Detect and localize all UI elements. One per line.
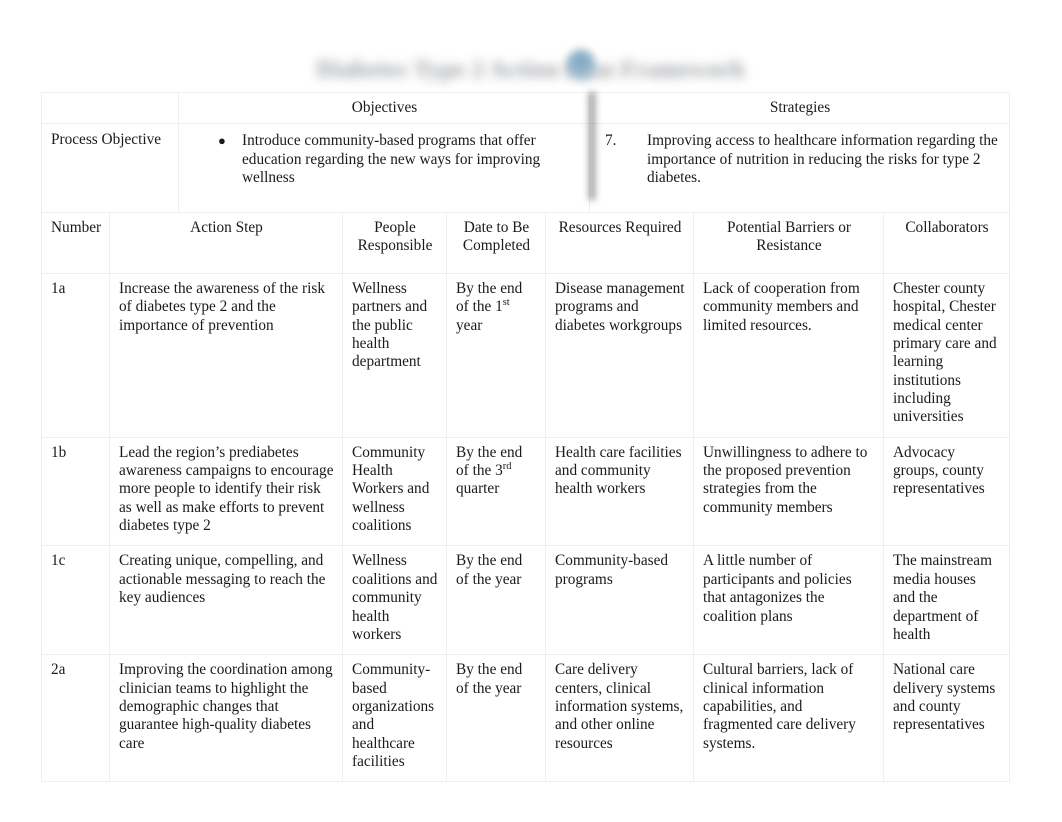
date-text-tail: year [456, 316, 483, 334]
date-ordinal-suffix: st [502, 297, 510, 309]
objectives-column-header: Objectives [178, 91, 590, 125]
cell-date-to-be-completed: By the end of the 1st year [446, 273, 546, 438]
table-row: 2a Improving the coordination among clini… [41, 654, 1010, 783]
date-text: By the end of the 1 [456, 280, 523, 316]
table-row: 1c Creating unique, compelling, and actio… [41, 545, 1010, 656]
date-text: By the end of the year [456, 661, 523, 697]
cell-people-responsible: Community Health Workers and wellness co… [342, 436, 447, 547]
action-table-header-resources-required: Resources Required [545, 212, 694, 274]
cell-potential-barriers: Lack of cooperation from community membe… [693, 273, 884, 438]
action-table-header-potential-barriers: Potential Barriers or Resistance [693, 212, 884, 274]
cell-collaborators: The mainstream media houses and the depa… [883, 545, 1010, 656]
date-text: By the end of the 3 [456, 443, 523, 480]
action-table-header-row: Number Action Step People Responsible Date … [41, 212, 1010, 274]
action-table-header-people-responsible: People Responsible [342, 212, 447, 274]
objectives-table-corner-header [41, 91, 179, 125]
cell-number: 1a [41, 273, 110, 438]
cell-action-step: Increase the awareness of the risk of di… [109, 273, 343, 438]
document-heading: Diabetes Type 2 Action Plan Framework [0, 46, 1062, 94]
cell-action-step: Lead the region’s prediabetes awareness … [109, 436, 343, 547]
document-title-blurred: Diabetes Type 2 Action Plan Framework [316, 56, 746, 83]
strategy-cell: 7. Improving access to healthcare inform… [589, 123, 1010, 219]
action-steps-table: Number Action Step People Responsible Date … [41, 212, 1010, 783]
watermark-logo-icon [566, 49, 596, 83]
action-table-header-action-step: Action Step [109, 212, 343, 274]
cell-people-responsible: Community-based organizations and health… [342, 654, 447, 783]
objectives-table-header-row: Objectives Strategies [41, 91, 1010, 125]
strategies-column-header: Strategies [589, 91, 1010, 125]
cell-number: 2a [41, 654, 110, 783]
bullet-icon: ● [218, 133, 226, 149]
cell-potential-barriers: A little number of participants and poli… [693, 545, 884, 656]
objective-text: Introduce community-based programs that … [242, 132, 541, 187]
objectives-strategies-table: Objectives Strategies Process Objective … [41, 91, 1010, 219]
cell-people-responsible: Wellness coalitions and community health… [342, 545, 447, 656]
date-text-tail: quarter [456, 480, 500, 498]
cell-resources-required: Community-based programs [545, 545, 694, 656]
cell-date-to-be-completed: By the end of the 3rd quarter [446, 436, 546, 547]
action-table-header-collaborators: Collaborators [883, 212, 1010, 274]
cell-resources-required: Care delivery centers, clinical informat… [545, 654, 694, 783]
strategy-text: Improving access to healthcare informati… [647, 132, 998, 187]
cell-resources-required: Health care facilities and community hea… [545, 436, 694, 547]
strategy-number-marker: 7. [605, 132, 617, 150]
process-objective-row: Process Objective ● Introduce community-… [41, 123, 1010, 219]
cell-date-to-be-completed: By the end of the year [446, 654, 546, 783]
table-row: 1a Increase the awareness of the risk of … [41, 273, 1010, 438]
cell-resources-required: Disease management programs and diabetes… [545, 273, 694, 438]
objective-cell: ● Introduce community-based programs tha… [178, 123, 590, 219]
cell-number: 1b [41, 436, 110, 547]
date-ordinal-suffix: rd [502, 461, 512, 472]
cell-people-responsible: Wellness partners and the public health … [342, 273, 447, 438]
cell-collaborators: Advocacy groups, county representatives [883, 436, 1010, 547]
action-table-header-date-to-be-completed: Date to Be Completed [446, 212, 546, 274]
date-text: By the end of the year [456, 552, 523, 588]
cell-potential-barriers: Cultural barriers, lack of clinical info… [693, 654, 884, 783]
cell-potential-barriers: Unwillingness to adhere to the proposed … [693, 436, 884, 547]
cell-action-step: Improving the coordination among clinici… [109, 654, 343, 783]
action-table-body: 1a Increase the awareness of the risk of … [41, 273, 1010, 783]
process-objective-label: Process Objective [41, 123, 179, 219]
cell-number: 1c [41, 545, 110, 656]
cell-collaborators: National care delivery systems and count… [883, 654, 1010, 783]
cell-action-step: Creating unique, compelling, and actiona… [109, 545, 343, 656]
table-row: 1b Lead the region’s prediabetes awarenes… [41, 436, 1010, 547]
cell-collaborators: Chester county hospital, Chester medical… [883, 273, 1010, 438]
cell-date-to-be-completed: By the end of the year [446, 545, 546, 656]
action-table-header-number: Number [41, 212, 110, 274]
